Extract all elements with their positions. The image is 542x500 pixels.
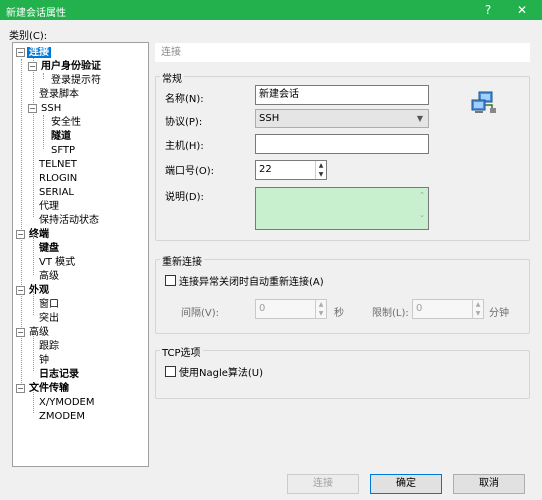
limit-unit: 分钟 [489,308,509,319]
interval-field[interactable]: 0 ▲ ▼ [255,299,327,319]
nagle-label: 使用Nagle算法(U) [179,368,264,379]
tree-item-auth[interactable]: − 用户身份验证 [28,60,103,73]
tree-connector [43,115,44,149]
help-button[interactable]: ? [480,2,496,18]
host-label: 主机(H): [165,141,204,152]
collapse-icon[interactable]: − [16,384,25,393]
interval-unit: 秒 [334,308,344,319]
tree-item-sftp[interactable]: SFTP [49,144,77,157]
cancel-button[interactable]: 取消 [453,474,525,494]
spin-down-icon[interactable]: ▼ [473,309,483,318]
window-title: 新建会话属性 [6,8,66,19]
limit-spinner[interactable]: ▲ ▼ [472,300,483,318]
port-field[interactable]: 22 ▲ ▼ [255,160,327,180]
spin-up-icon[interactable]: ▲ [316,300,326,309]
tree-item-login-script[interactable]: 登录脚本 [37,88,81,101]
spin-up-icon[interactable]: ▲ [473,300,483,309]
description-field[interactable]: ⌃ ⌄ [255,187,429,230]
general-group-title: 常规 [160,70,184,85]
network-computers-icon [470,91,498,117]
tcp-group-title: TCP选项 [160,344,203,359]
limit-label: 限制(L): [372,308,409,319]
protocol-value: SSH [259,113,280,124]
port-label: 端口号(O): [165,166,215,177]
auto-reconnect-label: 连接异常关闭时自动重新连接(A) [179,277,324,288]
limit-value: 0 [416,303,423,314]
tree-connector [43,73,44,79]
collapse-icon[interactable]: − [16,286,25,295]
tree-item-telnet[interactable]: TELNET [37,158,79,171]
nagle-box[interactable] [165,366,176,377]
category-tree[interactable]: − 连接 − 用户身份验证 登录提示符 登录脚本 − SSH 安全性 隧道 SFTP … [12,42,149,467]
tree-item-advanced[interactable]: − 高级 [16,326,51,339]
collapse-icon[interactable]: − [16,328,25,337]
section-header: 连接 [155,43,530,62]
tree-item-appearance[interactable]: − 外观 [16,284,51,297]
auto-reconnect-checkbox[interactable]: 连接异常关闭时自动重新连接(A) [165,273,324,288]
host-field[interactable] [255,134,429,154]
tree-item-rlogin[interactable]: RLOGIN [37,172,79,185]
collapse-icon[interactable]: − [28,104,37,113]
interval-value: 0 [259,303,266,314]
port-value: 22 [259,164,272,175]
tree-item-connection[interactable]: − 连接 [16,46,51,59]
tree-item-keyboard[interactable]: 键盘 [37,242,61,255]
description-label: 说明(D): [165,192,204,203]
interval-label: 间隔(V): [181,308,220,319]
reconnect-group [155,259,530,334]
chevron-down-icon: ▼ [416,114,423,123]
tree-item-clock[interactable]: 钟 [37,354,51,367]
tree-item-terminal[interactable]: − 终端 [16,228,51,241]
tree-item-vt-mode[interactable]: VT 模式 [37,256,77,269]
interval-spinner[interactable]: ▲ ▼ [315,300,326,318]
tree-item-ssh[interactable]: − SSH [28,102,63,115]
port-spinner[interactable]: ▲ ▼ [315,161,326,179]
tree-item-logging[interactable]: 日志记录 [37,368,81,381]
name-field[interactable]: 新建会话 [255,85,429,105]
limit-field[interactable]: 0 ▲ ▼ [412,299,484,319]
tree-item-xymodem[interactable]: X/YMODEM [37,396,96,409]
reconnect-group-title: 重新连接 [160,253,204,268]
tree-item-login-prompt[interactable]: 登录提示符 [49,74,103,87]
tree-item-highlight[interactable]: 突出 [37,312,61,325]
tree-item-proxy[interactable]: 代理 [37,200,61,213]
name-label: 名称(N): [165,94,204,105]
nagle-checkbox[interactable]: 使用Nagle算法(U) [165,364,263,379]
ok-button[interactable]: 确定 [370,474,442,494]
category-label: 类别(C): [9,31,48,42]
tree-item-window[interactable]: 窗口 [37,298,61,311]
tree-item-terminal-advanced[interactable]: 高级 [37,270,61,283]
spin-down-icon[interactable]: ▼ [316,309,326,318]
collapse-icon[interactable]: − [28,62,37,71]
connect-button[interactable]: 连接 [287,474,359,494]
collapse-icon[interactable]: − [16,48,25,57]
tree-connector [33,237,34,275]
close-button[interactable]: ✕ [514,2,530,18]
tree-item-trace[interactable]: 跟踪 [37,340,61,353]
spin-up-icon[interactable]: ▲ [316,161,326,170]
collapse-icon[interactable]: − [16,230,25,239]
tree-item-serial[interactable]: SERIAL [37,186,76,199]
protocol-label: 协议(P): [165,117,203,128]
description-scrollbar[interactable]: ⌃ ⌄ [417,190,427,220]
tree-item-keepalive[interactable]: 保持活动状态 [37,214,101,227]
tree-item-zmodem[interactable]: ZMODEM [37,410,87,423]
tree-item-tunnel[interactable]: 隧道 [49,130,73,143]
tree-item-security[interactable]: 安全性 [49,116,83,129]
title-bar: 新建会话属性 ? ✕ [0,0,542,20]
protocol-select[interactable]: SSH ▼ [255,109,429,128]
auto-reconnect-box[interactable] [165,275,176,286]
tree-item-file-transfer[interactable]: − 文件传输 [16,382,71,395]
spin-down-icon[interactable]: ▼ [316,170,326,179]
tree-connector [33,55,34,217]
